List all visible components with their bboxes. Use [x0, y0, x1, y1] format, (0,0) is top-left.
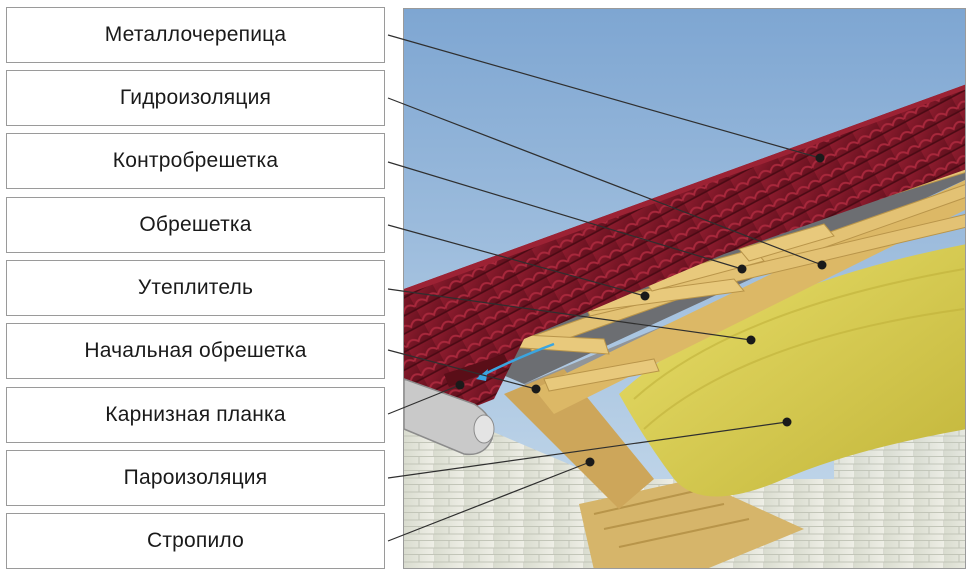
label-waterproofing: Гидроизоляция	[6, 70, 385, 126]
label-metal-tile: Металлочерепица	[6, 7, 385, 63]
label-counter-batten: Контробрешетка	[6, 133, 385, 189]
label-starter-batten: Начальная обрешетка	[6, 323, 385, 379]
roof-illustration	[403, 8, 966, 569]
label-rafter: Стропило	[6, 513, 385, 569]
label-eaves-strip: Карнизная планка	[6, 387, 385, 443]
label-vapor-barrier: Пароизоляция	[6, 450, 385, 506]
label-batten: Обрешетка	[6, 197, 385, 253]
label-insulation: Утеплитель	[6, 260, 385, 316]
